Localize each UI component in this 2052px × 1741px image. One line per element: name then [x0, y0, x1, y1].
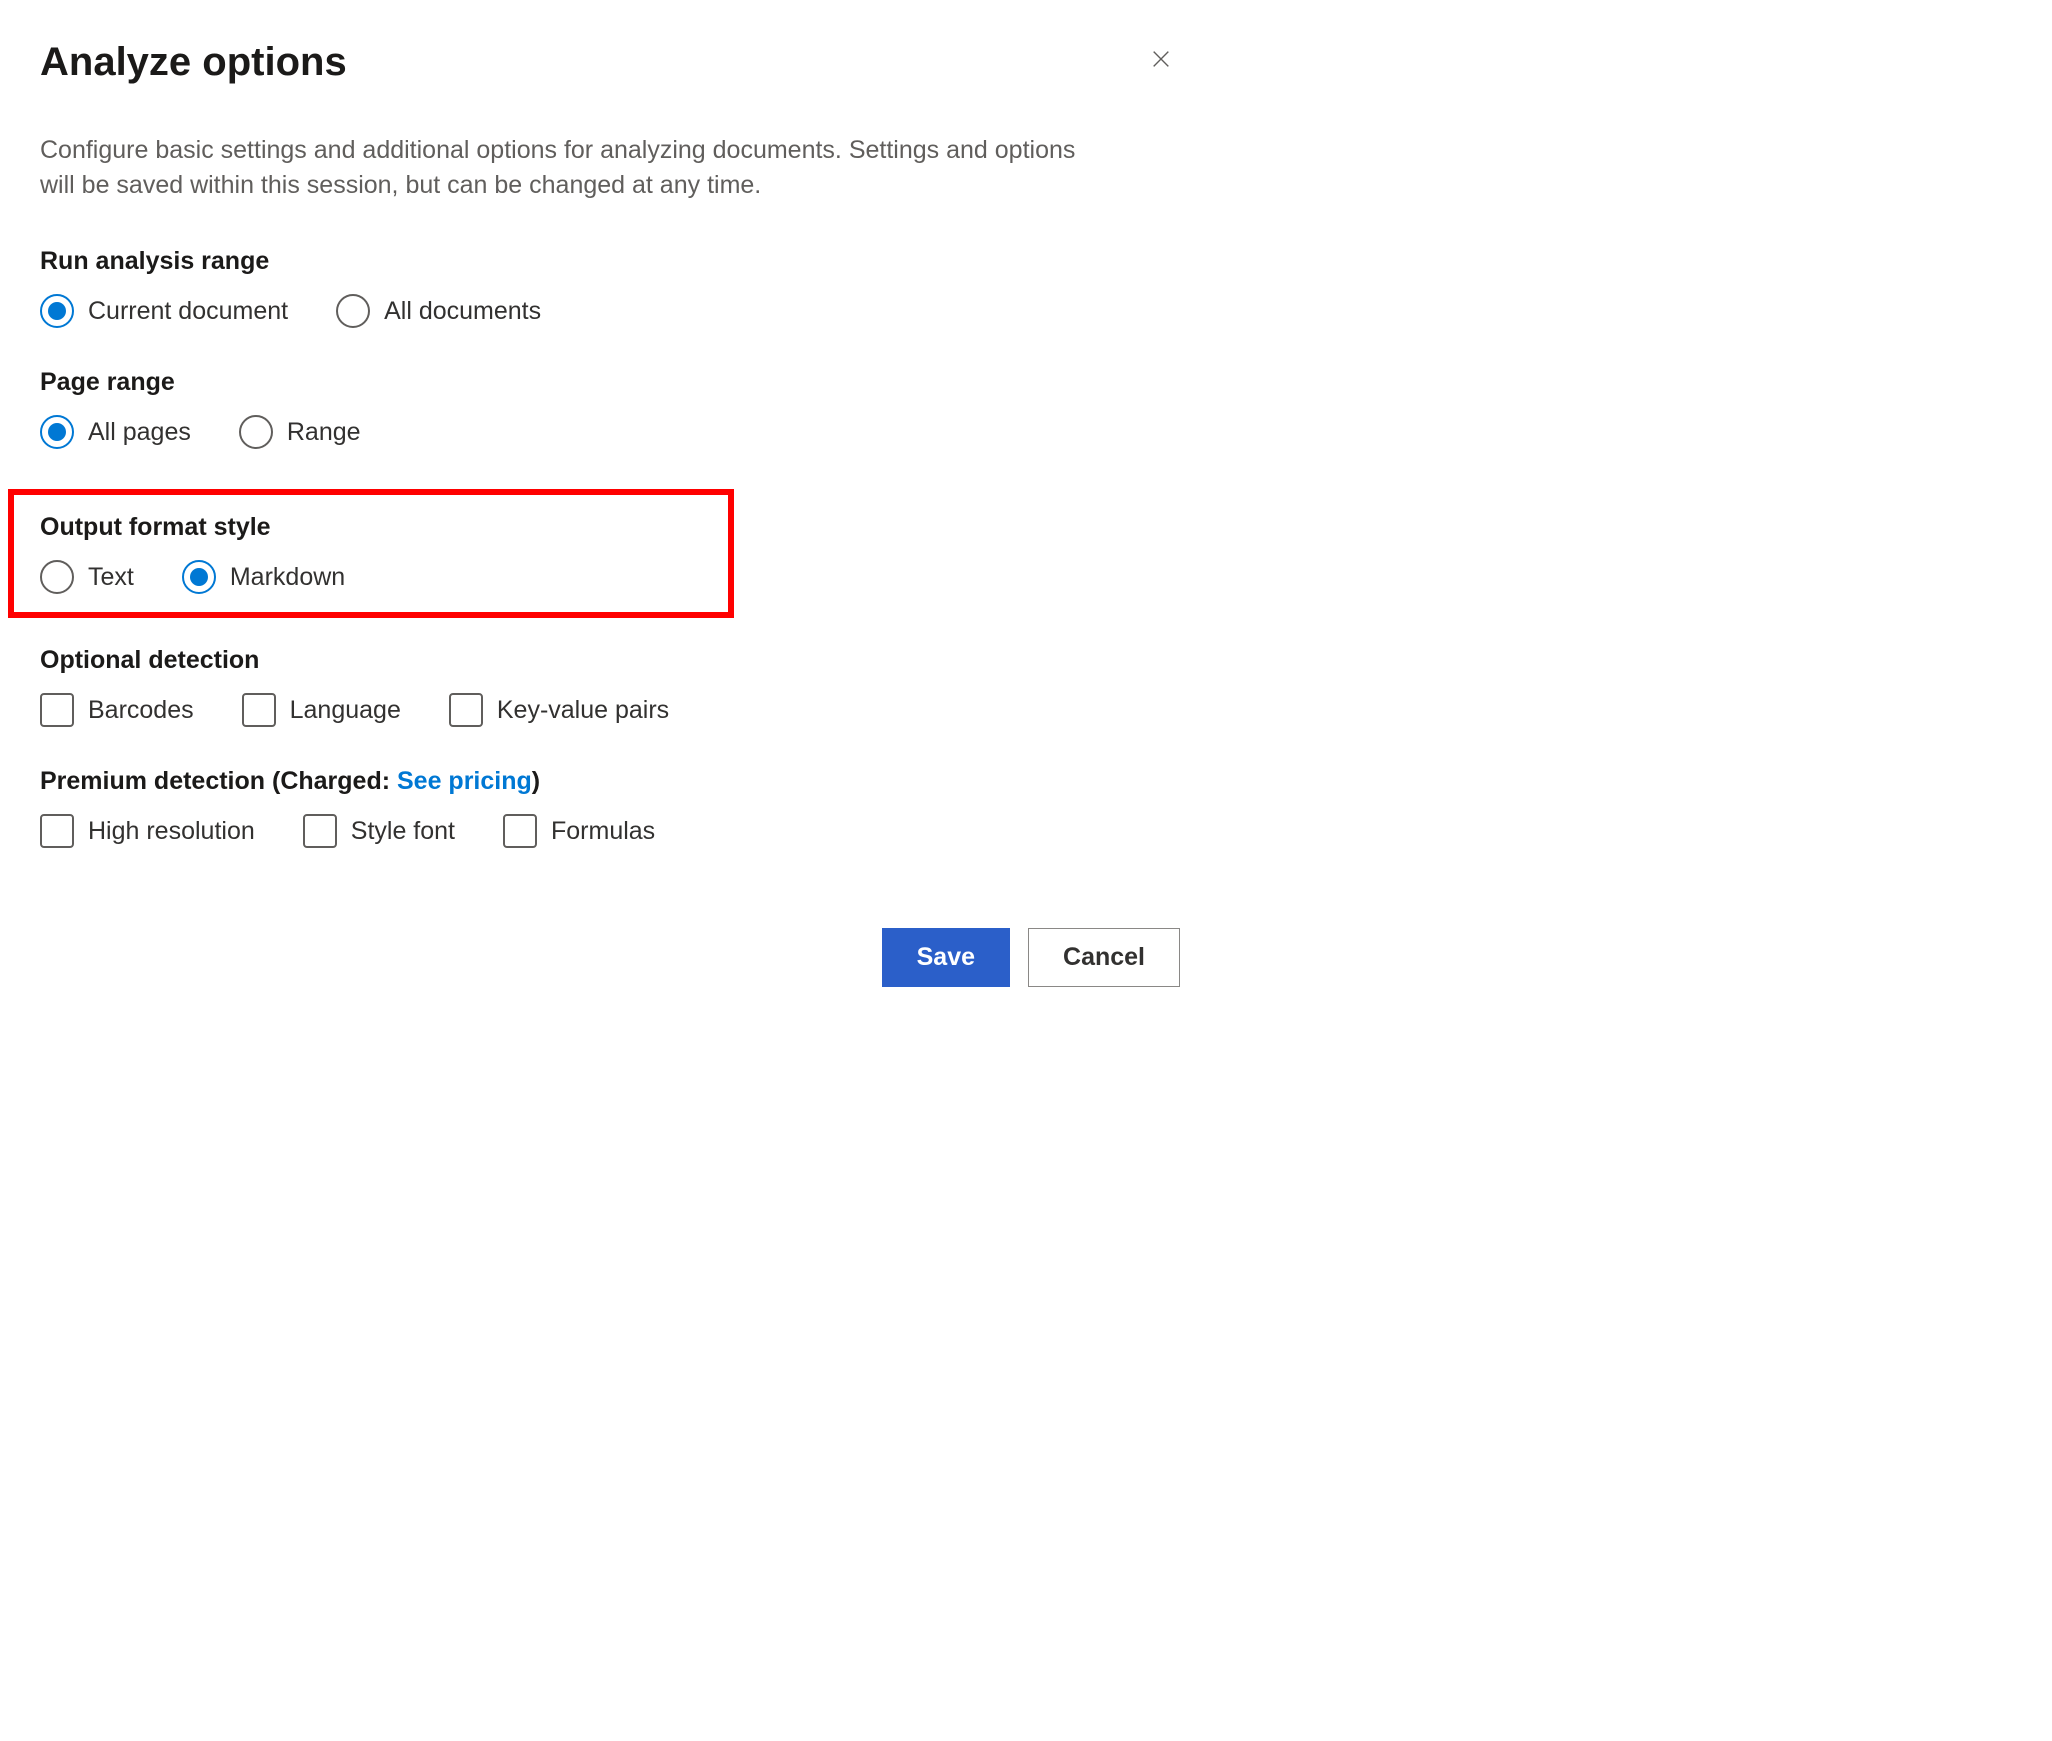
close-icon: [1150, 48, 1172, 70]
radio-icon: [40, 294, 74, 328]
checkbox-language[interactable]: Language: [242, 693, 401, 727]
checkbox-icon: [303, 814, 337, 848]
output-format-options: Text Markdown: [40, 560, 712, 594]
radio-text[interactable]: Text: [40, 560, 134, 594]
premium-detection-label-end: ): [532, 767, 540, 795]
dialog-title: Analyze options: [40, 40, 347, 85]
save-button[interactable]: Save: [882, 928, 1010, 987]
run-analysis-range-section: Run analysis range Current document All …: [40, 247, 1180, 328]
close-button[interactable]: [1142, 40, 1180, 78]
checkbox-label: Barcodes: [88, 696, 194, 725]
dialog-footer: Save Cancel: [40, 928, 1180, 987]
checkbox-label: Key-value pairs: [497, 696, 669, 725]
dialog-header: Analyze options: [40, 40, 1180, 85]
analyze-options-dialog: Analyze options Configure basic settings…: [40, 40, 1180, 987]
checkbox-high-resolution[interactable]: High resolution: [40, 814, 255, 848]
radio-label: Text: [88, 563, 134, 592]
checkbox-icon: [242, 693, 276, 727]
radio-all-documents[interactable]: All documents: [336, 294, 541, 328]
page-range-options: All pages Range: [40, 415, 1180, 449]
radio-label: Range: [287, 418, 361, 447]
checkbox-formulas[interactable]: Formulas: [503, 814, 655, 848]
checkbox-key-value-pairs[interactable]: Key-value pairs: [449, 693, 669, 727]
radio-label: Markdown: [230, 563, 345, 592]
radio-current-document[interactable]: Current document: [40, 294, 288, 328]
radio-icon: [239, 415, 273, 449]
checkbox-label: Formulas: [551, 817, 655, 846]
premium-detection-options: High resolution Style font Formulas: [40, 814, 1180, 848]
dialog-description: Configure basic settings and additional …: [40, 133, 1080, 203]
radio-all-pages[interactable]: All pages: [40, 415, 191, 449]
cancel-button[interactable]: Cancel: [1028, 928, 1180, 987]
premium-detection-section: Premium detection (Charged: See pricing)…: [40, 767, 1180, 848]
radio-icon: [182, 560, 216, 594]
output-format-highlight: Output format style Text Markdown: [8, 489, 734, 618]
optional-detection-label: Optional detection: [40, 646, 1180, 675]
run-analysis-range-label: Run analysis range: [40, 247, 1180, 276]
radio-icon: [40, 560, 74, 594]
page-range-section: Page range All pages Range: [40, 368, 1180, 449]
checkbox-icon: [503, 814, 537, 848]
radio-label: All pages: [88, 418, 191, 447]
checkbox-icon: [40, 693, 74, 727]
premium-detection-label-text: Premium detection (Charged:: [40, 767, 397, 795]
radio-label: All documents: [384, 297, 541, 326]
radio-markdown[interactable]: Markdown: [182, 560, 345, 594]
radio-range[interactable]: Range: [239, 415, 361, 449]
see-pricing-link[interactable]: See pricing: [397, 767, 532, 795]
radio-label: Current document: [88, 297, 288, 326]
radio-icon: [40, 415, 74, 449]
checkbox-style-font[interactable]: Style font: [303, 814, 455, 848]
checkbox-barcodes[interactable]: Barcodes: [40, 693, 194, 727]
premium-detection-label: Premium detection (Charged: See pricing): [40, 767, 1180, 796]
radio-icon: [336, 294, 370, 328]
optional-detection-section: Optional detection Barcodes Language Key…: [40, 646, 1180, 727]
checkbox-label: Language: [290, 696, 401, 725]
output-format-section: Output format style Text Markdown: [40, 513, 712, 594]
optional-detection-options: Barcodes Language Key-value pairs: [40, 693, 1180, 727]
checkbox-icon: [449, 693, 483, 727]
output-format-label: Output format style: [40, 513, 712, 542]
checkbox-label: High resolution: [88, 817, 255, 846]
run-analysis-range-options: Current document All documents: [40, 294, 1180, 328]
checkbox-icon: [40, 814, 74, 848]
page-range-label: Page range: [40, 368, 1180, 397]
checkbox-label: Style font: [351, 817, 455, 846]
